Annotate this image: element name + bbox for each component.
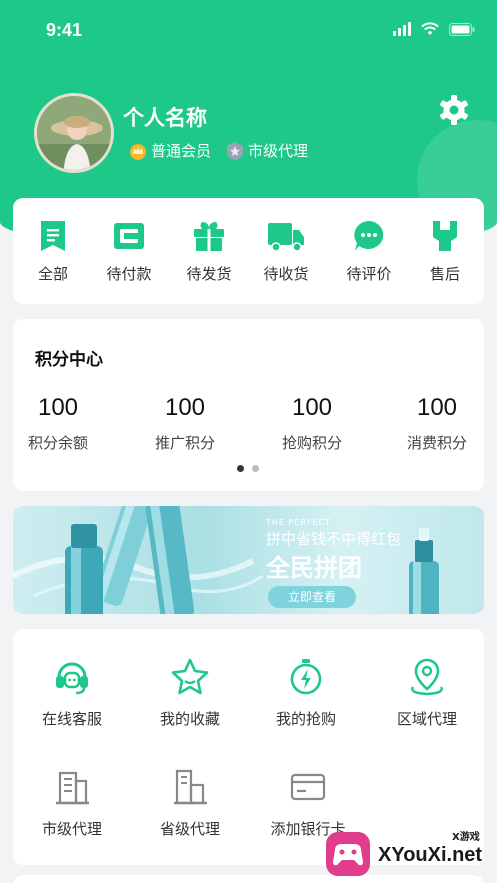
status-icons (393, 22, 475, 36)
service-favorites-label: 我的收藏 (159, 710, 220, 728)
points-title: 积分中心 (35, 350, 103, 370)
wrench-icon (433, 221, 457, 251)
wifi-icon (421, 22, 439, 35)
points-balance[interactable]: 100 积分余额 (3, 394, 113, 453)
points-consumption-label: 消费积分 (406, 434, 467, 452)
status-time: 9:41 (46, 20, 83, 40)
order-card: 全部 待付款 待发货 待收货 待评价 售后 (13, 198, 484, 304)
headset-icon (56, 662, 88, 695)
order-pending-shipment-label: 待发货 (186, 265, 232, 283)
agent-badge-label: 市级代理 (248, 142, 309, 160)
order-pending-review[interactable]: 待评价 (334, 218, 404, 284)
points-card: 积分中心 100 积分余额 100 推广积分 100 抢购积分 100 消费积分 (13, 319, 484, 491)
member-badge: 普通会员 (128, 140, 211, 161)
service-online-support[interactable]: 在线客服 (17, 657, 127, 729)
promo-banner[interactable]: THE PERFECT 拼中省钱不中得红包 全民拼团 立即查看 (13, 506, 484, 614)
office-building-icon (174, 769, 207, 805)
profile-name: 个人名称 (123, 106, 207, 130)
order-all-label: 全部 (37, 265, 68, 283)
crown-badge-icon (130, 143, 146, 160)
service-city-agent-label: 市级代理 (41, 820, 102, 838)
service-regional-agent[interactable]: 区域代理 (372, 657, 482, 729)
signal-icon (393, 22, 411, 36)
order-pending-payment[interactable]: 待付款 (94, 218, 164, 284)
service-city-agent[interactable]: 市级代理 (17, 767, 127, 839)
page-dot-active[interactable] (237, 465, 244, 472)
points-flash-sale-value: 100 (291, 394, 333, 421)
points-consumption-value: 100 (416, 394, 458, 421)
order-after-sales[interactable]: 售后 (410, 218, 480, 284)
order-pending-payment-label: 待付款 (106, 265, 152, 283)
order-pending-receipt-label: 待收货 (263, 265, 309, 283)
cosmetic-product-image (13, 506, 439, 614)
page-indicator (237, 465, 259, 472)
points-consumption[interactable]: 100 消费积分 (382, 394, 492, 453)
service-flash-sales[interactable]: 我的抢购 (251, 657, 361, 729)
service-provincial-agent-label: 省级代理 (159, 820, 220, 838)
service-flash-sales-label: 我的抢购 (275, 710, 336, 728)
order-after-sales-label: 售后 (429, 265, 460, 283)
battery-icon (449, 22, 475, 36)
bank-card-icon (290, 773, 326, 801)
banner-subtitle: THE PERFECT (266, 518, 332, 527)
map-pin-icon (411, 658, 443, 696)
bookmark-list-icon (41, 221, 65, 251)
page-dot[interactable] (252, 465, 259, 472)
star-icon (171, 658, 209, 695)
service-favorites[interactable]: 我的收藏 (135, 657, 245, 729)
service-regional-agent-label: 区域代理 (396, 710, 457, 728)
banner-headline: 全民拼团 (266, 554, 362, 582)
service-online-support-label: 在线客服 (41, 710, 102, 728)
order-all[interactable]: 全部 (18, 218, 88, 284)
points-flash-sale-label: 抢购积分 (281, 434, 342, 452)
points-promotion-value: 100 (164, 394, 206, 421)
service-provincial-agent[interactable]: 省级代理 (135, 767, 245, 839)
banner-tagline: 拼中省钱不中得红包 (266, 530, 402, 548)
stopwatch-icon (290, 659, 322, 695)
wallet-icon (114, 223, 144, 249)
gamepad-logo-icon (326, 832, 370, 876)
truck-icon (268, 223, 304, 252)
building-icon (56, 771, 89, 805)
status-bar: 9:41 (0, 0, 497, 60)
avatar[interactable] (34, 93, 114, 173)
order-pending-receipt[interactable]: 待收货 (251, 218, 321, 284)
banner-view-button[interactable]: 立即查看 (268, 586, 356, 608)
order-pending-review-label: 待评价 (346, 265, 392, 283)
shield-badge-icon (227, 141, 244, 160)
site-watermark: X游戏 XYouXi.net (322, 822, 497, 883)
agent-badge: 市级代理 (225, 140, 308, 161)
watermark-text: XYouXi.net (378, 844, 483, 866)
profile-badges: 普通会员 市级代理 (128, 140, 308, 161)
points-promotion-label: 推广积分 (154, 434, 215, 452)
points-balance-value: 100 (37, 394, 79, 421)
watermark-small-text: X游戏 (452, 832, 480, 843)
points-flash-sale[interactable]: 100 抢购积分 (257, 394, 367, 453)
chat-bubble-icon (354, 221, 384, 251)
points-promotion[interactable]: 100 推广积分 (130, 394, 240, 453)
points-balance-label: 积分余额 (27, 434, 88, 452)
member-badge-label: 普通会员 (151, 142, 212, 160)
order-pending-shipment[interactable]: 待发货 (174, 218, 244, 284)
gift-icon (194, 222, 224, 251)
settings-gear-icon[interactable] (438, 94, 470, 126)
